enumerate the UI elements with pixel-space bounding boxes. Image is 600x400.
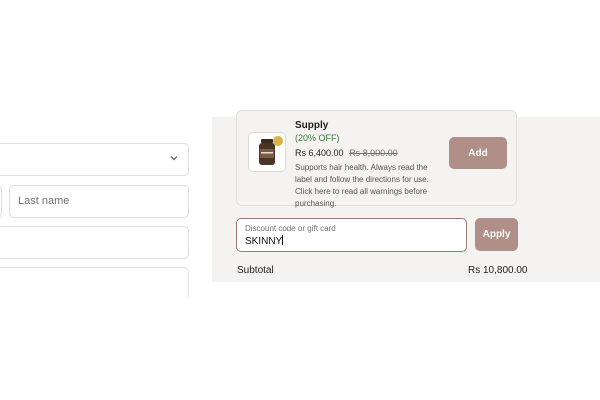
add-upsell-button[interactable]: Add [449,137,507,169]
discount-value: SKINNY [245,236,283,247]
discount-value-wrap: SKINNY [245,235,284,247]
apply-button[interactable]: Apply [475,218,518,251]
address-field[interactable] [0,226,189,259]
discount-label: Discount code or gift card [245,224,336,233]
first-name-field[interactable] [0,185,2,218]
last-name-placeholder: Last name [18,195,70,207]
last-name-field[interactable]: Last name [9,185,189,218]
text-caret [282,235,284,245]
upsell-note: Supports hair health. Always read the la… [295,163,429,208]
upsell-discount: (20% OFF) [295,133,340,143]
upsell-compare-price: Rs 8,000.00 [349,148,398,158]
country-select[interactable] [0,143,189,176]
subtotal-label: Subtotal [237,265,274,276]
product-thumbnail [248,132,286,172]
upsell-card: Supply (20% OFF) Rs 6,400.00 Rs 8,000.00… [236,110,517,208]
upsell-product-title: Supply [295,120,329,131]
product-image [259,136,283,165]
shipping-form: Last name [0,0,212,400]
upsell-price: Rs 6,400.00 [295,148,344,158]
apartment-field[interactable] [0,267,189,297]
subtotal-value: Rs 10,800.00 [468,265,528,276]
chevron-down-icon [170,156,178,161]
upsell-price-row: Rs 6,400.00 Rs 8,000.00 [295,148,398,158]
discount-code-input[interactable]: Discount code or gift card SKINNY [236,218,467,252]
